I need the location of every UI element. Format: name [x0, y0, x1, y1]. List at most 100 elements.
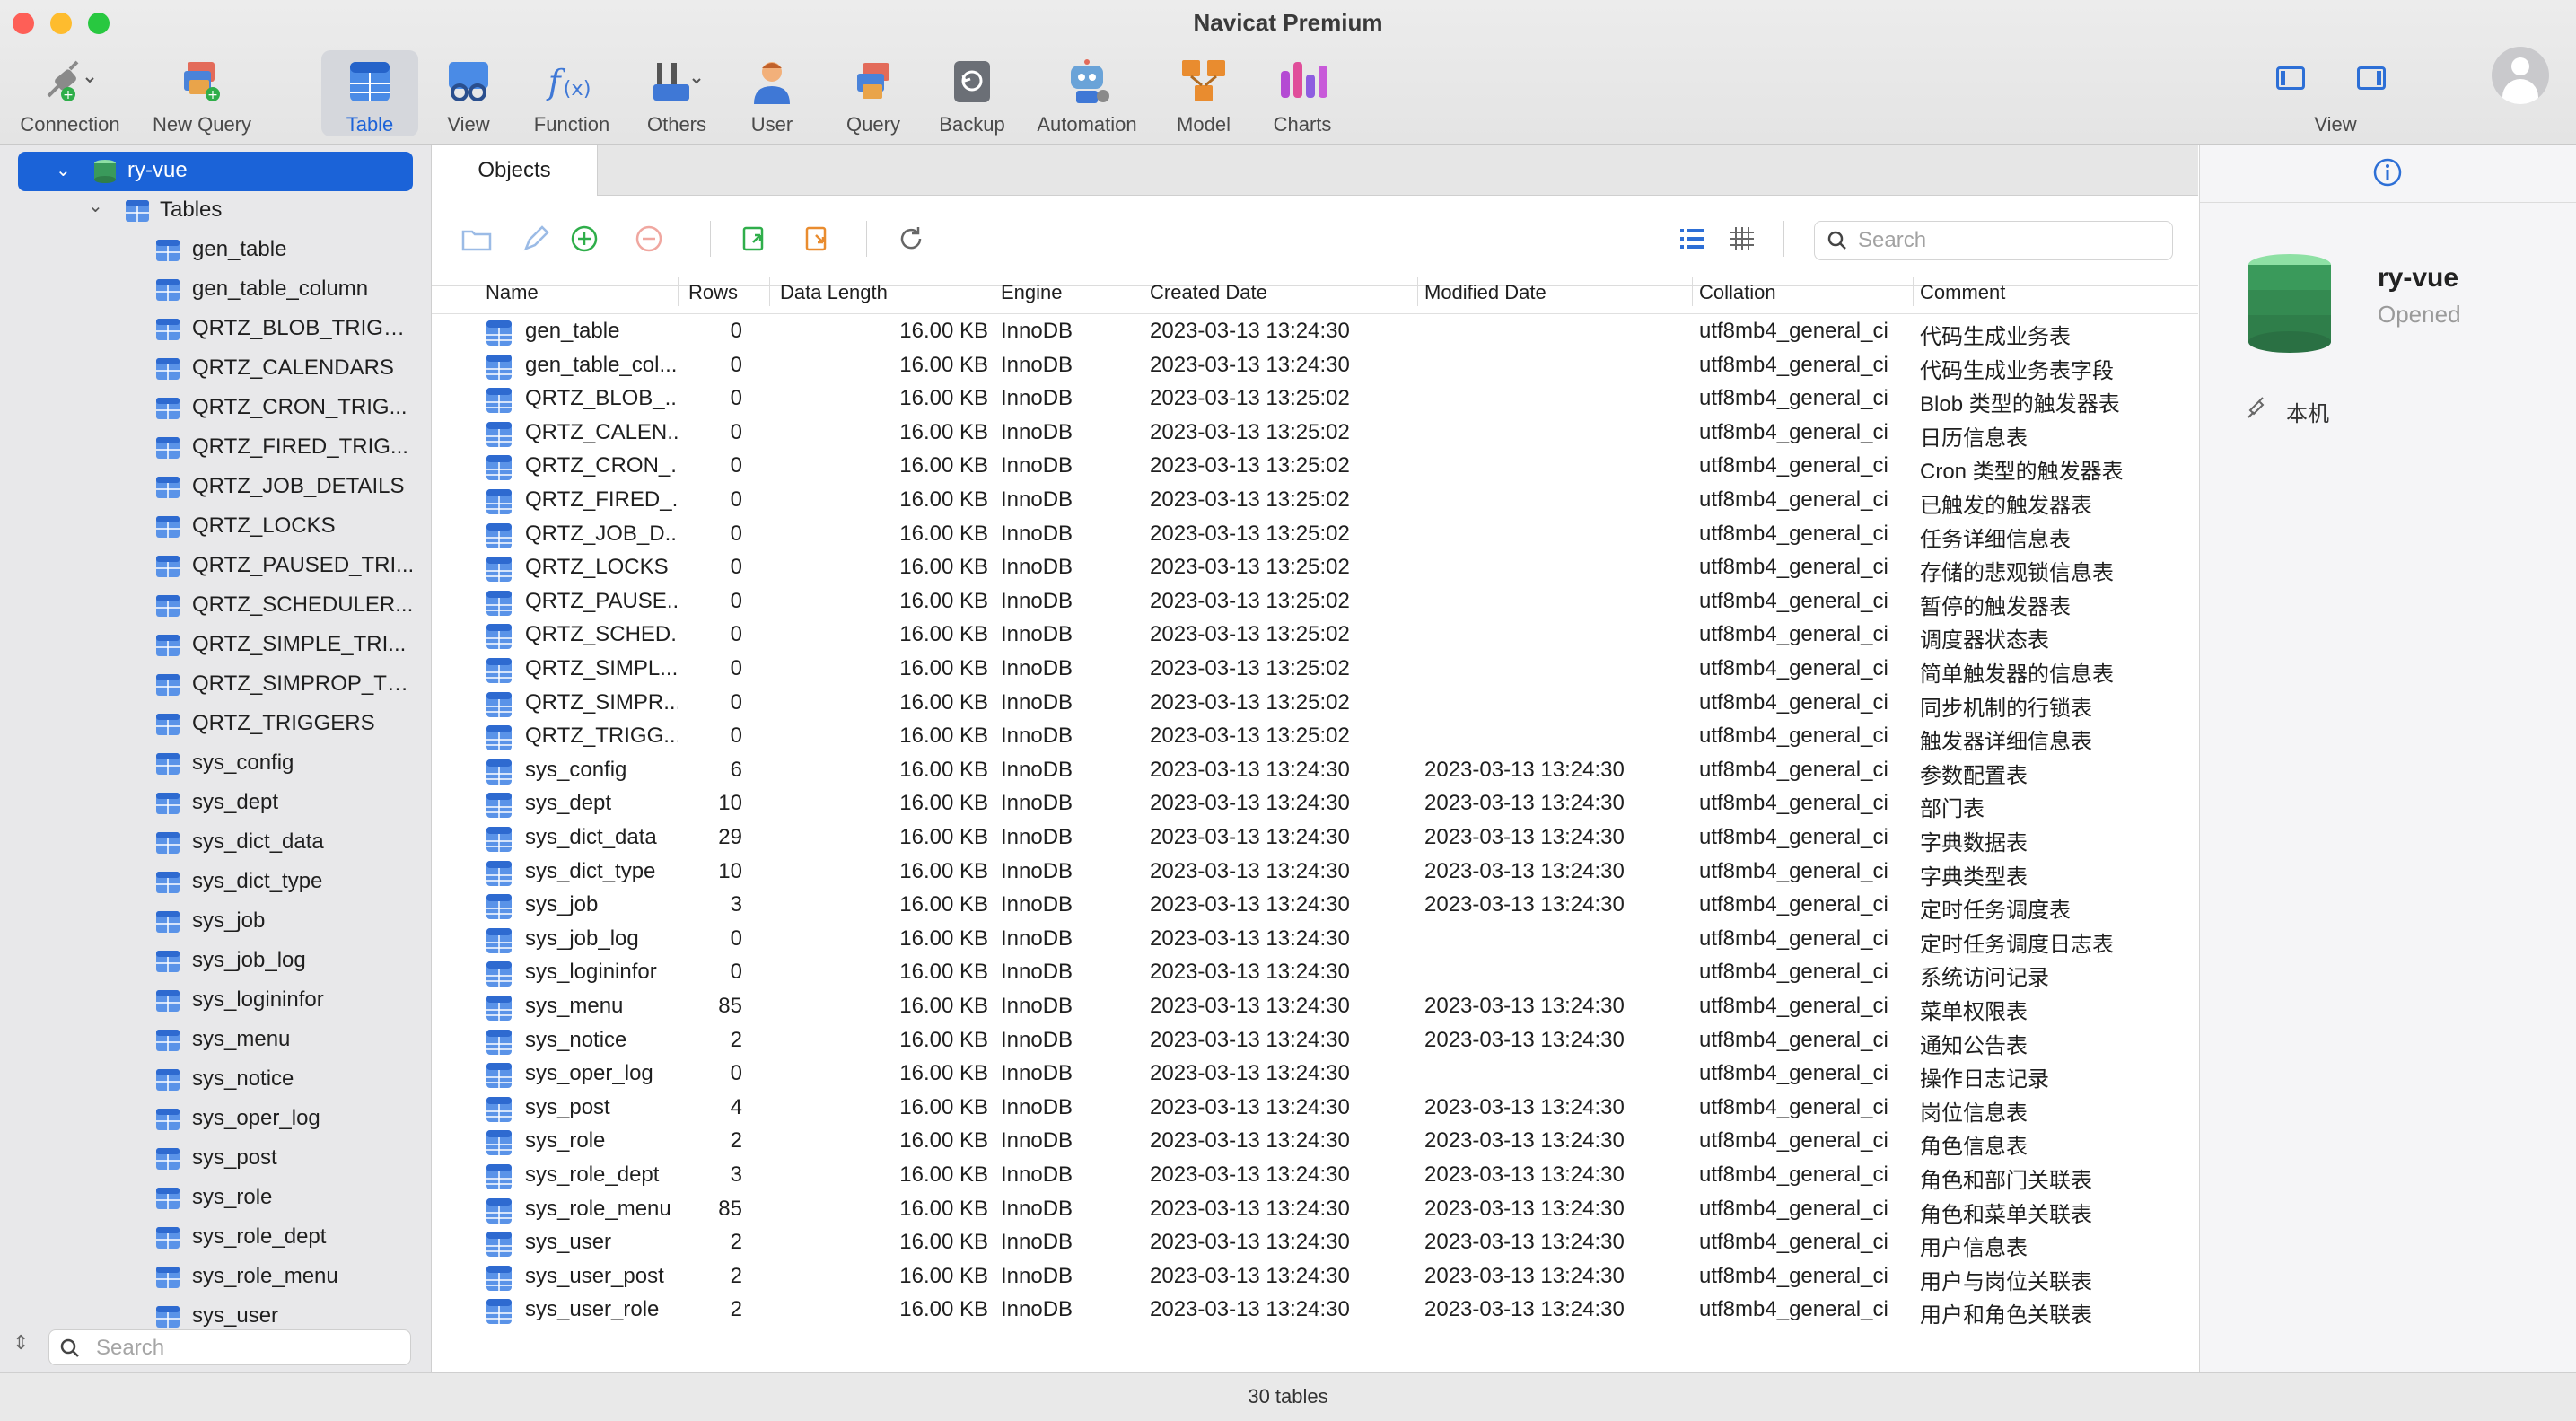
sidebar-item-table[interactable]: sys_menu — [0, 1021, 431, 1060]
table-row[interactable]: sys_dict_type 10 16.00 KB InnoDB 2023-03-13 … — [432, 855, 2198, 890]
column-divider[interactable] — [1913, 277, 1914, 306]
import-wizard-icon[interactable] — [737, 221, 773, 257]
sidebar-item-table[interactable]: sys_oper_log — [0, 1100, 431, 1139]
chevron-down-icon[interactable]: ⌄ — [88, 195, 103, 217]
chevron-down-icon[interactable]: ⌄ — [56, 159, 71, 181]
automation-button[interactable]: Automation — [1027, 50, 1147, 136]
table-row[interactable]: sys_notice 2 16.00 KB InnoDB 2023-03-13 13:2… — [432, 1024, 2198, 1058]
charts-button[interactable]: Charts — [1260, 50, 1345, 136]
table-row[interactable]: QRTZ_LOCKS 0 16.00 KB InnoDB 2023-03-13 13:2… — [432, 551, 2198, 585]
column-divider[interactable] — [1692, 277, 1693, 306]
table-row[interactable]: sys_menu 85 16.00 KB InnoDB 2023-03-13 13:24… — [432, 990, 2198, 1024]
table-row[interactable]: QRTZ_SCHED... 0 16.00 KB InnoDB 2023-03-13 1… — [432, 618, 2198, 653]
sidebar-item-table[interactable]: sys_job — [0, 902, 431, 942]
sidebar-item-table[interactable]: QRTZ_SCHEDULER... — [0, 586, 431, 626]
table-row[interactable]: QRTZ_FIRED_... 0 16.00 KB InnoDB 2023-03-13 … — [432, 484, 2198, 518]
table-row[interactable]: sys_role_dept 3 16.00 KB InnoDB 2023-03-13 1… — [432, 1159, 2198, 1193]
table-row[interactable]: sys_user_role 2 16.00 KB InnoDB 2023-03-13 1… — [432, 1294, 2198, 1328]
sidebar-item-table[interactable]: QRTZ_CRON_TRIG... — [0, 389, 431, 428]
table-row[interactable]: sys_post 4 16.00 KB InnoDB 2023-03-13 13:24:… — [432, 1092, 2198, 1126]
query-button[interactable]: Query — [835, 50, 912, 136]
column-header-name[interactable]: Name — [486, 281, 539, 304]
sidebar-item-table[interactable]: sys_role_dept — [0, 1218, 431, 1258]
table-button[interactable]: Table — [321, 50, 418, 136]
table-row[interactable]: sys_job 3 16.00 KB InnoDB 2023-03-13 13:24:3… — [432, 889, 2198, 923]
toggle-right-panel-icon[interactable] — [2357, 66, 2386, 90]
tab-objects[interactable]: Objects — [432, 145, 598, 196]
column-header-rows[interactable]: Rows — [688, 281, 738, 304]
sidebar-item-table[interactable]: sys_role — [0, 1179, 431, 1218]
sidebar-item-table[interactable]: QRTZ_BLOB_TRIGG... — [0, 310, 431, 349]
table-row[interactable]: QRTZ_SIMPL... 0 16.00 KB InnoDB 2023-03-13 1… — [432, 653, 2198, 687]
tables-group[interactable]: ⌄ Tables — [0, 191, 431, 231]
sidebar-item-table[interactable]: QRTZ_SIMPROP_TR... — [0, 665, 431, 705]
sidebar-item-table[interactable]: sys_dept — [0, 784, 431, 823]
refresh-icon[interactable] — [893, 221, 929, 257]
database-row[interactable]: ⌄ ry-vue — [0, 152, 431, 191]
table-row[interactable]: sys_role 2 16.00 KB InnoDB 2023-03-13 13:24:… — [432, 1125, 2198, 1159]
resize-handle-icon[interactable]: ⇕ — [13, 1331, 29, 1355]
export-wizard-icon[interactable] — [800, 221, 836, 257]
sidebar-item-table[interactable]: sys_config — [0, 744, 431, 784]
sidebar-item-table[interactable]: QRTZ_PAUSED_TRI... — [0, 547, 431, 586]
new-table-icon[interactable] — [566, 221, 602, 257]
sidebar-search-input[interactable]: Search — [48, 1329, 411, 1365]
table-row[interactable]: gen_table 0 16.00 KB InnoDB 2023-03-13 13:24… — [432, 315, 2198, 349]
table-row[interactable]: QRTZ_PAUSE... 0 16.00 KB InnoDB 2023-03-13 1… — [432, 585, 2198, 619]
column-divider[interactable] — [678, 277, 679, 306]
table-row[interactable]: QRTZ_SIMPR... 0 16.00 KB InnoDB 2023-03-13 1… — [432, 687, 2198, 721]
column-header-engine[interactable]: Engine — [1001, 281, 1063, 304]
table-row[interactable]: QRTZ_CRON_... 0 16.00 KB InnoDB 2023-03-13 1… — [432, 450, 2198, 484]
connection-button[interactable]: + Connection — [11, 50, 129, 136]
column-header-data-length[interactable]: Data Length — [780, 281, 888, 304]
column-header-modified-date[interactable]: Modified Date — [1424, 281, 1546, 304]
sidebar-item-table[interactable]: QRTZ_LOCKS — [0, 507, 431, 547]
table-row[interactable]: QRTZ_JOB_D... 0 16.00 KB InnoDB 2023-03-13 1… — [432, 518, 2198, 552]
table-row[interactable]: sys_user_post 2 16.00 KB InnoDB 2023-03-13 1… — [432, 1260, 2198, 1294]
sidebar-item-table[interactable]: QRTZ_JOB_DETAILS — [0, 468, 431, 507]
open-table-icon[interactable] — [459, 221, 495, 257]
column-divider[interactable] — [769, 277, 770, 306]
view-button[interactable]: View — [431, 50, 506, 136]
sidebar-item-table[interactable]: sys_dict_type — [0, 863, 431, 902]
table-row[interactable]: QRTZ_TRIGG... 0 16.00 KB InnoDB 2023-03-13 1… — [432, 720, 2198, 754]
sidebar-item-table[interactable]: sys_notice — [0, 1060, 431, 1100]
column-header-comment[interactable]: Comment — [1920, 281, 2005, 304]
design-table-icon[interactable] — [518, 221, 554, 257]
table-row[interactable]: QRTZ_CALEN... 0 16.00 KB InnoDB 2023-03-13 1… — [432, 417, 2198, 451]
model-button[interactable]: Model — [1161, 50, 1246, 136]
table-row[interactable]: sys_oper_log 0 16.00 KB InnoDB 2023-03-13 13… — [432, 1057, 2198, 1092]
table-row[interactable]: sys_config 6 16.00 KB InnoDB 2023-03-13 13:2… — [432, 754, 2198, 788]
table-row[interactable]: sys_logininfor 0 16.00 KB InnoDB 2023-03-13 … — [432, 956, 2198, 990]
others-button[interactable]: Others — [634, 50, 720, 136]
column-divider[interactable] — [1417, 277, 1418, 306]
table-row[interactable]: sys_dept 10 16.00 KB InnoDB 2023-03-13 13:24… — [432, 787, 2198, 821]
toggle-left-panel-icon[interactable] — [2276, 66, 2305, 90]
table-row[interactable]: sys_user 2 16.00 KB InnoDB 2023-03-13 13:24:… — [432, 1226, 2198, 1260]
grid-view-icon[interactable] — [1724, 221, 1760, 257]
sidebar-item-table[interactable]: sys_dict_data — [0, 823, 431, 863]
column-header-collation[interactable]: Collation — [1699, 281, 1776, 304]
sidebar-item-table[interactable]: sys_role_menu — [0, 1258, 431, 1297]
sidebar-item-table[interactable]: QRTZ_SIMPLE_TRI... — [0, 626, 431, 665]
new-query-button[interactable]: + New Query — [144, 50, 260, 136]
column-header-created-date[interactable]: Created Date — [1150, 281, 1267, 304]
sidebar-item-table[interactable]: sys_job_log — [0, 942, 431, 981]
info-icon[interactable] — [2372, 157, 2403, 188]
table-row[interactable]: QRTZ_BLOB_... 0 16.00 KB InnoDB 2023-03-13 1… — [432, 382, 2198, 417]
table-row[interactable]: sys_dict_data 29 16.00 KB InnoDB 2023-03-13 … — [432, 821, 2198, 855]
function-button[interactable]: f (x) Function — [522, 50, 621, 136]
sidebar-item-table[interactable]: QRTZ_CALENDARS — [0, 349, 431, 389]
delete-table-icon[interactable] — [631, 221, 667, 257]
objects-search-input[interactable]: Search — [1814, 221, 2173, 260]
sidebar-item-table[interactable]: sys_logininfor — [0, 981, 431, 1021]
sidebar-item-table[interactable]: QRTZ_TRIGGERS — [0, 705, 431, 744]
sidebar-item-table[interactable]: gen_table — [0, 231, 431, 270]
table-row[interactable]: gen_table_col... 0 16.00 KB InnoDB 2023-03-1… — [432, 349, 2198, 383]
list-view-icon[interactable] — [1674, 221, 1710, 257]
sidebar-item-table[interactable]: QRTZ_FIRED_TRIG... — [0, 428, 431, 468]
account-avatar-icon[interactable] — [2492, 47, 2549, 104]
table-row[interactable]: sys_job_log 0 16.00 KB InnoDB 2023-03-13 13:… — [432, 923, 2198, 957]
sidebar-item-table[interactable]: sys_post — [0, 1139, 431, 1179]
table-row[interactable]: sys_role_menu 85 16.00 KB InnoDB 2023-03-13 … — [432, 1193, 2198, 1227]
